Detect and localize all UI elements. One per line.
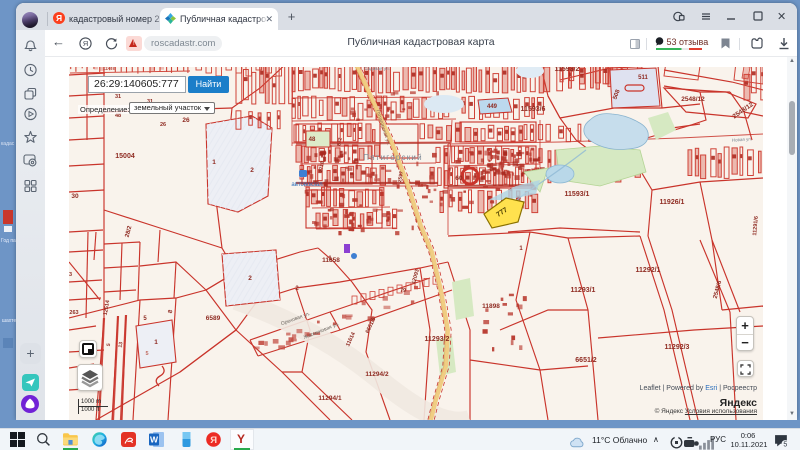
svg-text:60: 60 bbox=[455, 175, 463, 182]
svg-text:Я: Я bbox=[210, 435, 217, 446]
svg-text:511: 511 bbox=[638, 75, 648, 81]
svg-text:26: 26 bbox=[160, 122, 166, 128]
svg-text:26: 26 bbox=[182, 117, 190, 124]
svg-text:11898: 11898 bbox=[482, 303, 500, 310]
svg-text:30: 30 bbox=[71, 193, 79, 200]
svg-text:11593/6: 11593/6 bbox=[521, 106, 546, 113]
svg-text:53: 53 bbox=[69, 272, 72, 278]
svg-text:6589: 6589 bbox=[206, 315, 221, 322]
svg-text:449: 449 bbox=[487, 104, 498, 110]
svg-text:31: 31 bbox=[115, 94, 121, 100]
svg-text:114te: 114te bbox=[103, 67, 116, 72]
svg-text:2: 2 bbox=[250, 167, 254, 174]
svg-text:1: 1 bbox=[212, 159, 216, 166]
svg-text:11294/2: 11294/2 bbox=[365, 371, 389, 378]
svg-text:48: 48 bbox=[115, 113, 121, 119]
svg-text:11858: 11858 bbox=[322, 257, 340, 264]
svg-text:11292/1: 11292/1 bbox=[636, 267, 661, 274]
svg-text:263: 263 bbox=[69, 310, 78, 316]
svg-text:2: 2 bbox=[248, 275, 252, 282]
svg-text:11293/2: 11293/2 bbox=[425, 336, 450, 343]
svg-text:11593/1: 11593/1 bbox=[565, 191, 590, 198]
svg-text:Пятигорский: Пятигорский bbox=[363, 153, 423, 162]
svg-text:2548/12: 2548/12 bbox=[681, 96, 705, 103]
svg-text:5: 5 bbox=[783, 441, 787, 448]
svg-text:79: 79 bbox=[400, 288, 406, 294]
svg-text:Садовая ул.: Садовая ул. bbox=[364, 67, 390, 71]
svg-text:15004: 15004 bbox=[115, 153, 135, 160]
svg-text:6651/2: 6651/2 bbox=[575, 357, 597, 364]
svg-text:11292/3: 11292/3 bbox=[665, 344, 690, 351]
svg-text:11926/1: 11926/1 bbox=[660, 199, 685, 206]
svg-text:5: 5 bbox=[145, 351, 148, 357]
svg-text:11593/2: 11593/2 bbox=[555, 67, 580, 73]
svg-text:11294/1: 11294/1 bbox=[318, 395, 342, 402]
svg-text:48: 48 bbox=[309, 137, 316, 143]
svg-text:11293/1: 11293/1 bbox=[571, 287, 596, 294]
svg-text:W: W bbox=[150, 435, 159, 445]
svg-text:1: 1 bbox=[154, 339, 158, 346]
svg-text:автовокзал: автовокзал bbox=[291, 182, 323, 188]
